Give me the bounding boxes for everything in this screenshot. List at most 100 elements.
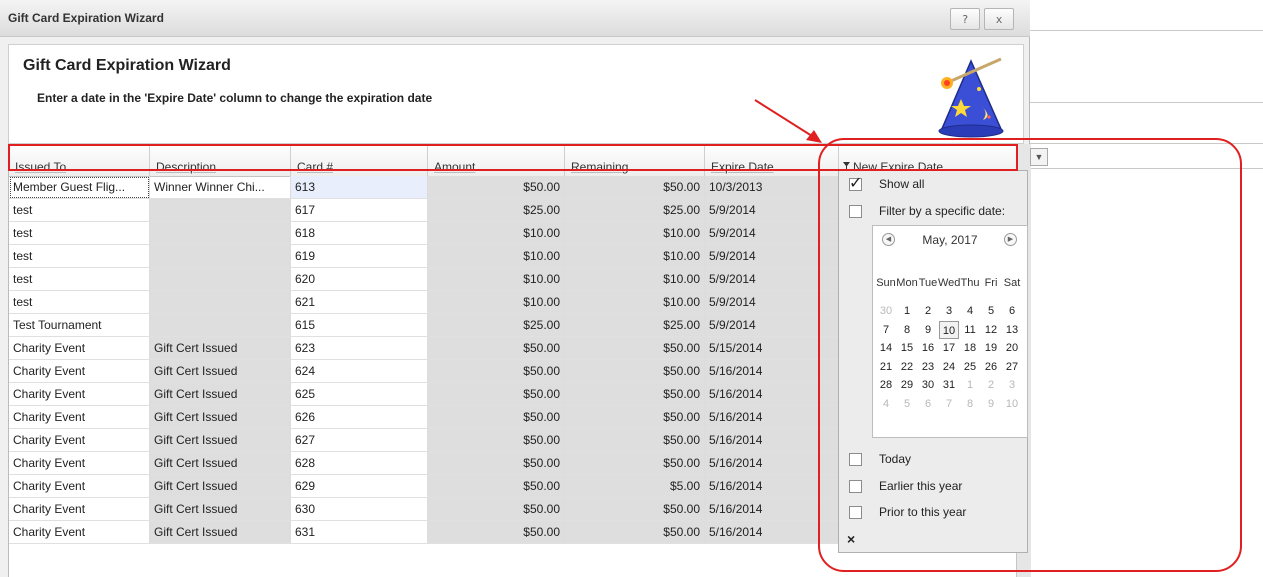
expire-date-cell: 5/16/2014 (705, 406, 839, 429)
calendar-day[interactable]: 3 (939, 302, 959, 320)
calendar-day[interactable]: 5 (897, 395, 917, 413)
calendar-day[interactable]: 20 (1002, 339, 1022, 357)
earlier-this-year-checkbox[interactable] (849, 480, 862, 493)
calendar-day[interactable]: 29 (897, 376, 917, 394)
close-filter-icon[interactable]: × (847, 531, 855, 547)
remaining-cell: $5.00 (565, 475, 705, 498)
issued-to-cell: Charity Event (9, 429, 150, 452)
calendar-day[interactable]: 19 (981, 339, 1001, 357)
calendar-day[interactable]: 4 (876, 395, 896, 413)
prior-to-this-year-checkbox[interactable] (849, 506, 862, 519)
card-number-cell: 618 (291, 222, 428, 245)
calendar-day[interactable]: 31 (939, 376, 959, 394)
column-header-expire-date[interactable]: Expire Date (705, 144, 839, 176)
column-header-issued-to[interactable]: Issued To (9, 144, 150, 176)
calendar-day[interactable]: 28 (876, 376, 896, 394)
remaining-cell: $50.00 (565, 452, 705, 475)
card-number-cell: 615 (291, 314, 428, 337)
card-number-cell: 628 (291, 452, 428, 475)
issued-to-cell: Charity Event (9, 337, 150, 360)
day-of-week-label: Thu (960, 277, 980, 289)
issued-to-cell: test (9, 268, 150, 291)
column-header-card-number[interactable]: Card # (291, 144, 428, 176)
amount-cell: $10.00 (428, 291, 565, 314)
calendar-day[interactable]: 5 (981, 302, 1001, 320)
calendar-day[interactable]: 16 (918, 339, 938, 357)
window-title: Gift Card Expiration Wizard (8, 11, 164, 25)
expire-date-cell: 5/9/2014 (705, 222, 839, 245)
calendar-day[interactable]: 7 (939, 395, 959, 413)
day-of-week-label: Fri (984, 277, 998, 289)
description-cell: Gift Cert Issued (150, 337, 291, 360)
calendar-day[interactable]: 7 (876, 321, 896, 339)
calendar-day[interactable]: 9 (981, 395, 1001, 413)
next-month-icon[interactable]: ▶ (1004, 233, 1017, 246)
wizard-header: Gift Card Expiration Wizard Enter a date… (8, 44, 1024, 144)
description-cell: Gift Cert Issued (150, 383, 291, 406)
help-button[interactable]: ? (950, 8, 980, 30)
card-number-cell: 620 (291, 268, 428, 291)
calendar-day[interactable]: 30 (918, 376, 938, 394)
description-cell: Gift Cert Issued (150, 521, 291, 544)
day-of-week-label: Sat (1003, 277, 1021, 289)
amount-cell: $50.00 (428, 452, 565, 475)
issued-to-cell: Charity Event (9, 475, 150, 498)
day-of-week-label: Mon (896, 277, 918, 289)
today-checkbox[interactable] (849, 453, 862, 466)
column-header-amount[interactable]: Amount (428, 144, 565, 176)
card-number-cell: 619 (291, 245, 428, 268)
amount-cell: $50.00 (428, 360, 565, 383)
calendar-day[interactable]: 12 (981, 321, 1001, 339)
divider (1030, 102, 1263, 103)
calendar-day[interactable]: 6 (918, 395, 938, 413)
calendar-day[interactable]: 26 (981, 358, 1001, 376)
calendar-day[interactable]: 2 (981, 376, 1001, 394)
calendar-day[interactable]: 11 (960, 321, 980, 339)
description-cell: Gift Cert Issued (150, 429, 291, 452)
card-number-cell: 613 (291, 176, 428, 199)
calendar-day[interactable]: 1 (897, 302, 917, 320)
calendar-day[interactable]: 6 (1002, 302, 1022, 320)
amount-cell: $50.00 (428, 383, 565, 406)
calendar-day[interactable]: 1 (960, 376, 980, 394)
calendar-day[interactable]: 10 (1002, 395, 1022, 413)
filter-by-date-checkbox[interactable] (849, 205, 862, 218)
expire-date-cell: 5/16/2014 (705, 429, 839, 452)
column-header-remaining[interactable]: Remaining (565, 144, 705, 176)
close-button[interactable]: x (984, 8, 1014, 30)
calendar-day[interactable]: 14 (876, 339, 896, 357)
column-chooser-dropdown-icon[interactable]: ▼ (1030, 148, 1048, 166)
calendar-day[interactable]: 15 (897, 339, 917, 357)
description-cell: Gift Cert Issued (150, 475, 291, 498)
calendar-day[interactable]: 17 (939, 339, 959, 357)
calendar-day[interactable]: 10 (939, 320, 959, 339)
issued-to-cell: Charity Event (9, 360, 150, 383)
page-title: Gift Card Expiration Wizard (23, 57, 231, 74)
issued-to-cell: test (9, 291, 150, 314)
calendar-day[interactable]: 27 (1002, 358, 1022, 376)
calendar-day[interactable]: 25 (960, 358, 980, 376)
show-all-checkbox[interactable] (849, 173, 862, 192)
calendar-day[interactable]: 24 (939, 358, 959, 376)
amount-cell: $50.00 (428, 498, 565, 521)
calendar-day[interactable]: 2 (918, 302, 938, 320)
card-number-cell: 627 (291, 429, 428, 452)
calendar-day[interactable]: 8 (897, 321, 917, 339)
remaining-cell: $50.00 (565, 383, 705, 406)
description-cell (150, 199, 291, 222)
calendar-day[interactable]: 30 (876, 302, 896, 320)
calendar-day[interactable]: 23 (918, 358, 938, 376)
expire-date-cell: 5/16/2014 (705, 383, 839, 406)
calendar-day[interactable]: 22 (897, 358, 917, 376)
calendar-day[interactable]: 4 (960, 302, 980, 320)
calendar-day[interactable]: 8 (960, 395, 980, 413)
calendar-day[interactable]: 3 (1002, 376, 1022, 394)
column-header-description[interactable]: Description (150, 144, 291, 176)
calendar-day[interactable]: 21 (876, 358, 896, 376)
calendar-day[interactable]: 18 (960, 339, 980, 357)
divider (1030, 30, 1263, 31)
calendar-day[interactable]: 9 (918, 321, 938, 339)
calendar-day[interactable]: 13 (1002, 321, 1022, 339)
issued-to-cell: Test Tournament (9, 314, 150, 337)
description-cell (150, 314, 291, 337)
